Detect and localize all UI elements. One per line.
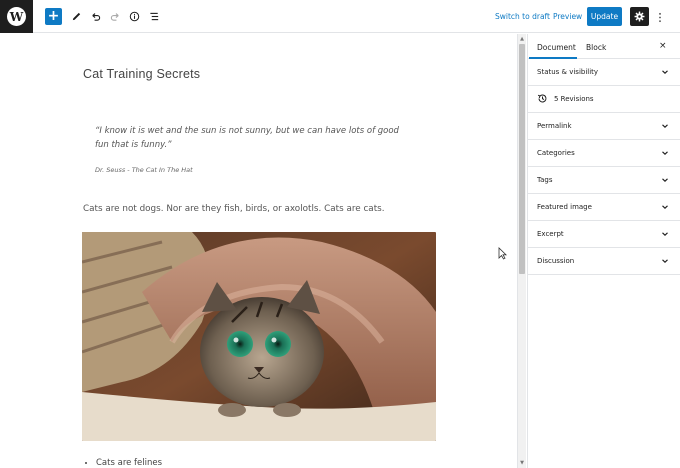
block-navigation-button[interactable]: [146, 8, 163, 25]
info-icon: [129, 11, 140, 22]
preview-button[interactable]: Preview: [553, 12, 582, 21]
cat-image[interactable]: [82, 232, 436, 441]
redo-button[interactable]: [107, 8, 124, 25]
undo-icon: [92, 13, 101, 21]
panel-label: Discussion: [537, 257, 575, 265]
list-block[interactable]: Cats are felines: [96, 458, 162, 468]
panel-label: Categories: [537, 149, 575, 157]
tab-block[interactable]: Block: [586, 43, 606, 52]
panel-label: Excerpt: [537, 230, 564, 238]
panel-tags[interactable]: Tags: [528, 167, 680, 194]
panel-label: Status & visibility: [537, 68, 599, 76]
chevron-down-icon: [662, 232, 668, 236]
wordpress-logo-icon[interactable]: W: [0, 0, 33, 33]
editor-toolbar: W + Switch to draft Preview Update: [0, 0, 680, 33]
paragraph-block[interactable]: Cats are not dogs. Nor are they fish, bi…: [83, 204, 385, 214]
settings-button[interactable]: [630, 7, 649, 26]
panel-label: Permalink: [537, 122, 572, 130]
chevron-down-icon: [662, 178, 668, 182]
tab-document[interactable]: Document: [537, 43, 576, 52]
panel-label: Featured image: [537, 203, 592, 211]
content-info-button[interactable]: [126, 8, 143, 25]
redo-icon: [110, 13, 119, 21]
update-button[interactable]: Update: [587, 7, 622, 26]
undo-button[interactable]: [87, 8, 104, 25]
post-title[interactable]: Cat Training Secrets: [83, 67, 200, 81]
panel-status-visibility[interactable]: Status & visibility: [528, 59, 680, 86]
editor-canvas: Cat Training Secrets “I know it is wet a…: [0, 34, 517, 468]
sidebar-tabs: Document Block ×: [528, 34, 680, 59]
revisions-icon: [537, 94, 547, 103]
close-sidebar-button[interactable]: ×: [659, 41, 667, 51]
chevron-down-icon: [662, 151, 668, 155]
list-item[interactable]: Cats are felines: [96, 458, 162, 468]
add-block-button[interactable]: +: [45, 8, 62, 25]
gear-icon: [634, 11, 645, 22]
quote-citation[interactable]: Dr. Seuss - The Cat In The Hat: [95, 166, 193, 174]
more-vertical-icon: [659, 12, 661, 22]
more-options-button[interactable]: [654, 9, 666, 25]
panel-categories[interactable]: Categories: [528, 140, 680, 167]
chevron-down-icon: [662, 70, 668, 74]
panel-permalink[interactable]: Permalink: [528, 113, 680, 140]
cat-photo: [82, 232, 436, 441]
mouse-cursor-icon: [498, 247, 507, 260]
panel-discussion[interactable]: Discussion: [528, 248, 680, 275]
switch-to-draft-button[interactable]: Switch to draft: [495, 12, 550, 21]
chevron-down-icon: [662, 124, 668, 128]
scroll-down-icon[interactable]: ▼: [518, 460, 526, 466]
panel-featured-image[interactable]: Featured image: [528, 194, 680, 221]
pencil-icon: [72, 12, 81, 21]
revisions-link[interactable]: 5 Revisions: [554, 95, 594, 103]
panel-revisions[interactable]: 5 Revisions: [528, 86, 680, 113]
editor-scrollbar[interactable]: ▲ ▼: [517, 34, 526, 468]
quote-block[interactable]: “I know it is wet and the sun is not sun…: [95, 124, 415, 152]
panel-label: Tags: [537, 176, 553, 184]
chevron-down-icon: [662, 205, 668, 209]
scrollbar-thumb[interactable]: [519, 44, 525, 274]
edit-tools-button[interactable]: [68, 8, 85, 25]
scroll-up-icon[interactable]: ▲: [518, 36, 526, 42]
panel-excerpt[interactable]: Excerpt: [528, 221, 680, 248]
chevron-down-icon: [662, 259, 668, 263]
list-view-icon: [150, 12, 159, 21]
settings-sidebar: Document Block × Status & visibility 5 R…: [527, 34, 680, 468]
